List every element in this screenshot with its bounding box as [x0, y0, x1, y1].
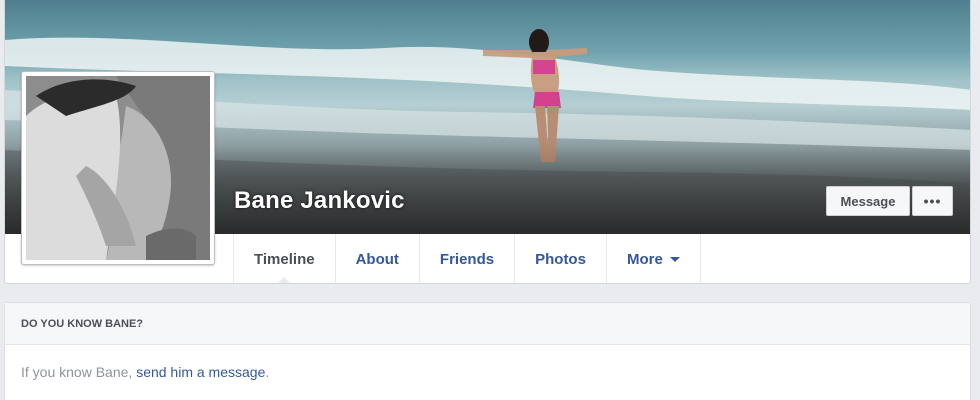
tab-friends-label: Friends: [439, 250, 495, 268]
tab-more[interactable]: More: [607, 234, 701, 283]
avatar: [26, 76, 210, 260]
tab-about-label: About: [355, 250, 399, 268]
do-you-know-title: DO YOU KNOW BANE?: [5, 303, 970, 345]
tab-photos[interactable]: Photos: [515, 234, 607, 283]
profile-name[interactable]: Bane Jankovic: [234, 187, 405, 215]
tab-timeline[interactable]: Timeline: [234, 234, 336, 283]
avatar-image: [26, 76, 210, 260]
more-options-button[interactable]: •••: [912, 186, 953, 216]
tab-timeline-label: Timeline: [254, 250, 315, 268]
tab-about[interactable]: About: [336, 234, 420, 283]
cover-action-buttons: Message •••: [826, 186, 953, 216]
cover-figure: [483, 29, 587, 162]
tab-friends[interactable]: Friends: [420, 234, 516, 283]
profile-header-card: Bane Jankovic Message ••• Timeline About…: [4, 0, 971, 284]
chevron-down-icon: [669, 256, 680, 262]
do-you-know-text: If you know Bane,: [21, 364, 137, 380]
message-button[interactable]: Message: [826, 186, 910, 216]
do-you-know-period: .: [265, 364, 270, 380]
tab-photos-label: Photos: [535, 250, 586, 268]
do-you-know-card: DO YOU KNOW BANE? If you know Bane, send…: [4, 302, 971, 400]
send-message-link[interactable]: send him a message: [136, 364, 265, 380]
tab-more-label: More: [626, 250, 663, 268]
do-you-know-body: If you know Bane, send him a message.: [5, 345, 970, 399]
profile-nav: Timeline About Friends Photos More: [233, 234, 701, 283]
profile-picture[interactable]: [21, 71, 215, 265]
